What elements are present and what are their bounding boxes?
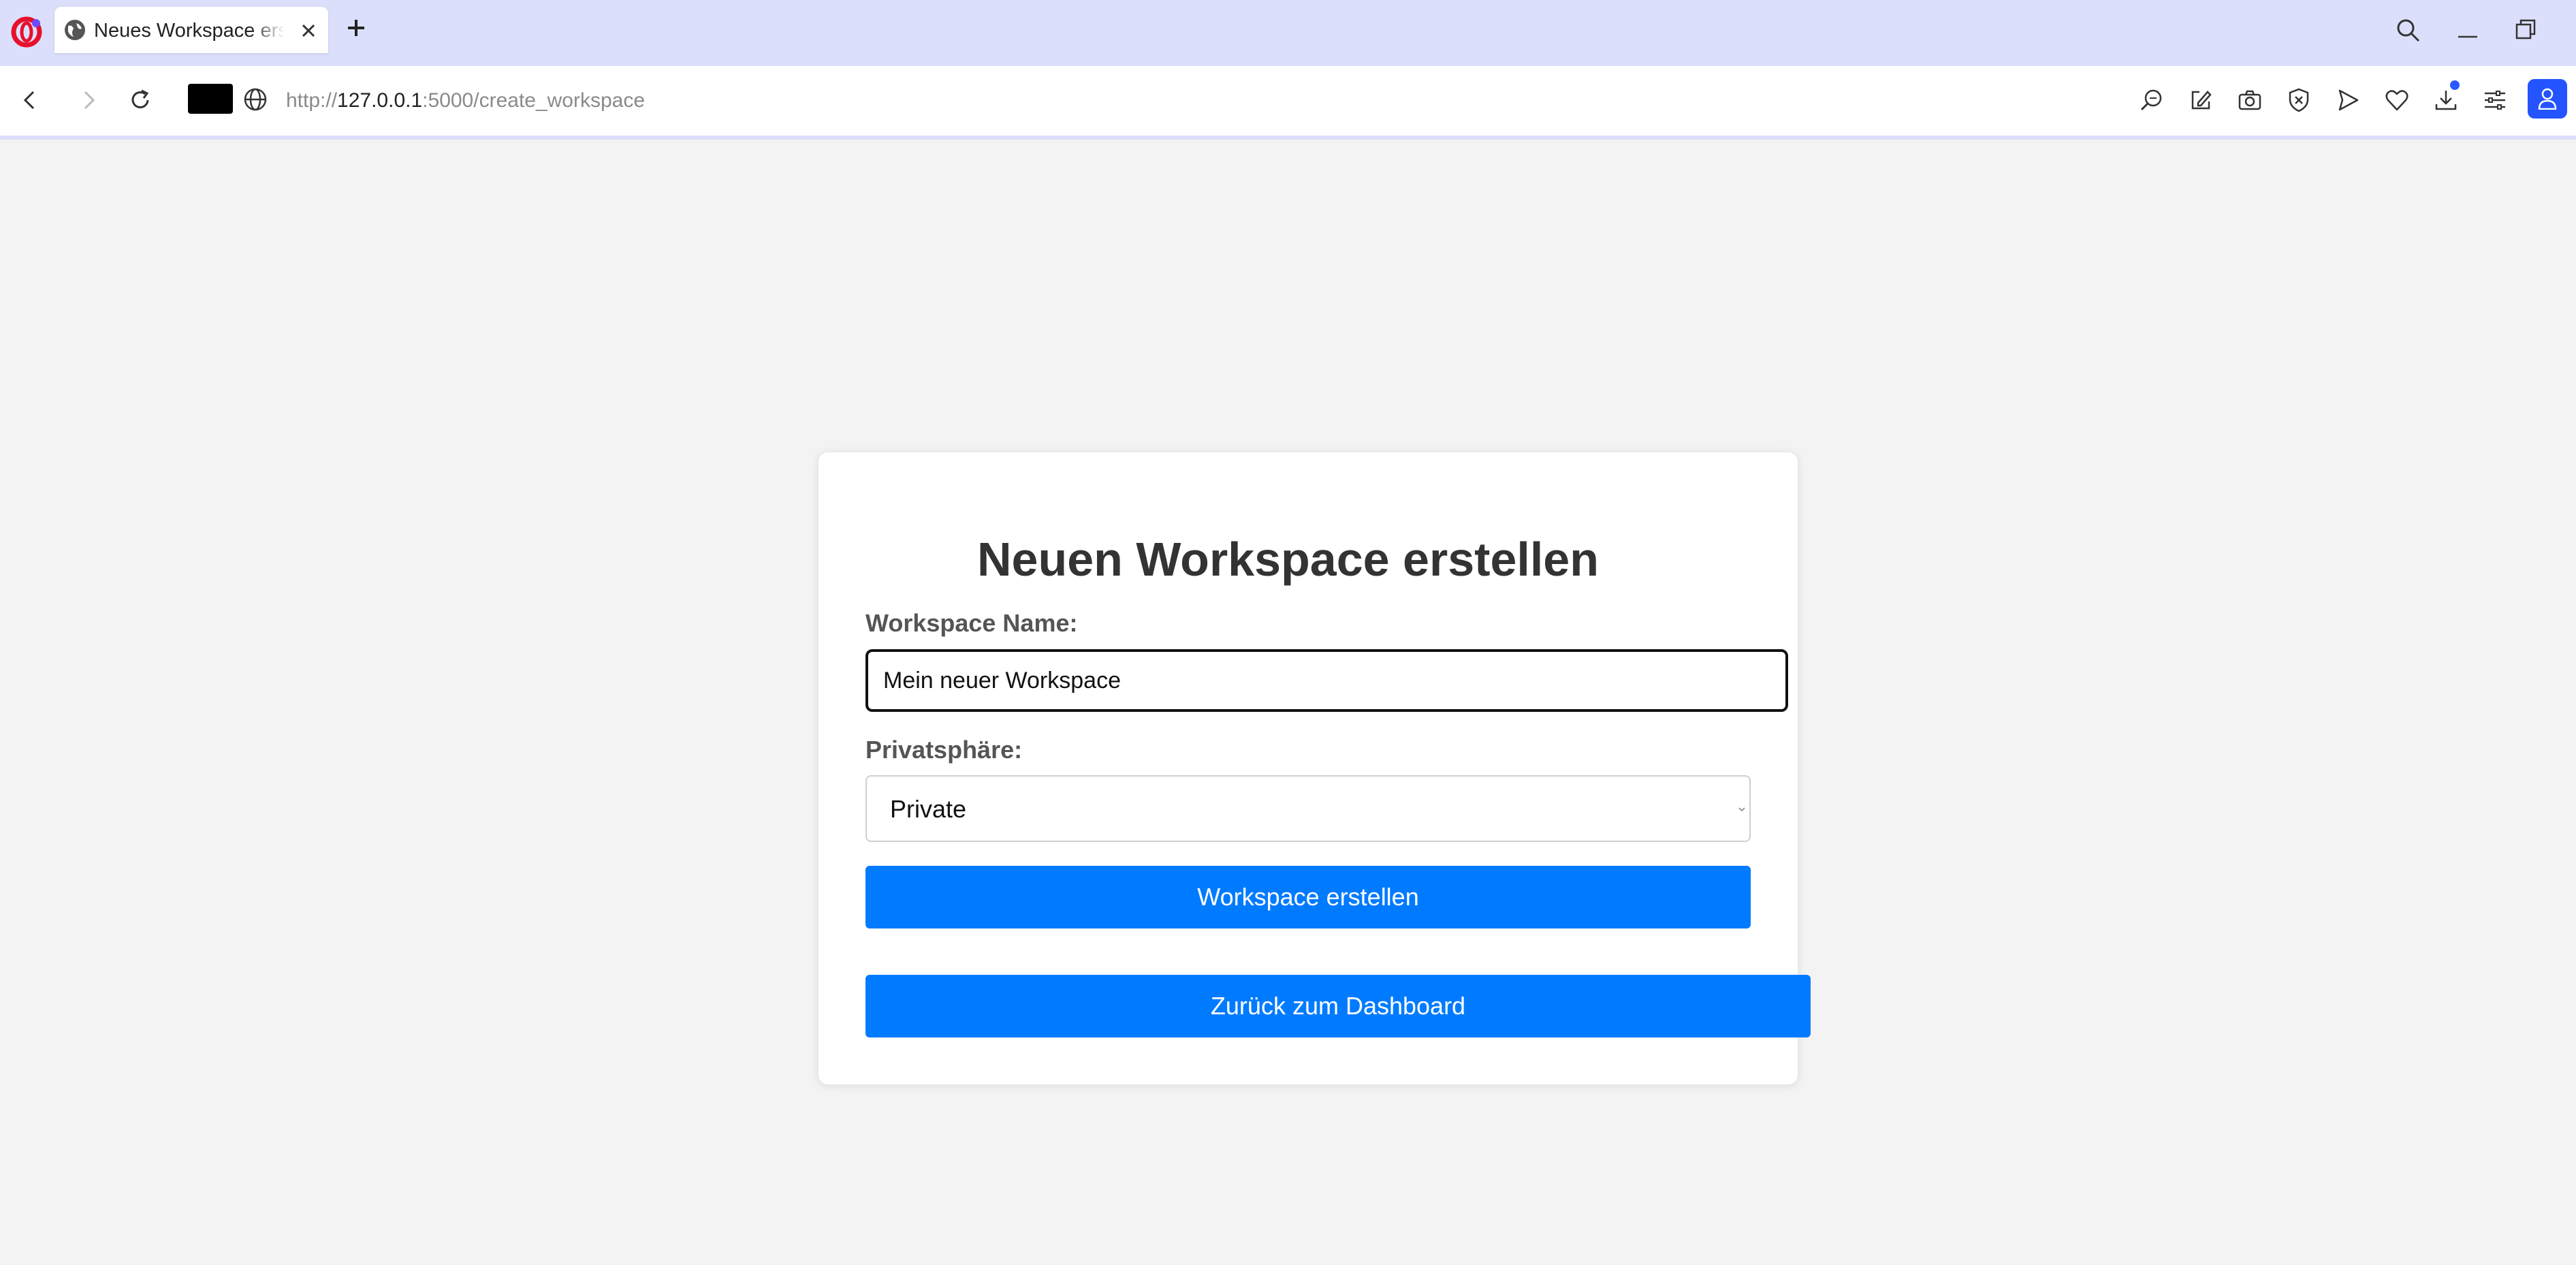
forward-arrow-icon[interactable] xyxy=(75,87,102,114)
url-host: 127.0.0.1 xyxy=(337,89,423,112)
profile-icon xyxy=(2538,88,2557,110)
download-icon[interactable] xyxy=(2432,87,2460,114)
privacy-select-value: Private xyxy=(890,795,967,823)
reload-icon[interactable] xyxy=(127,87,154,114)
back-to-dashboard-button[interactable]: Zurück zum Dashboard xyxy=(865,975,1811,1037)
privacy-label: Privatsphäre: xyxy=(865,736,1023,764)
url-scheme: http:// xyxy=(286,89,338,112)
download-notification-dot xyxy=(2450,80,2460,90)
heart-icon[interactable] xyxy=(2383,87,2411,114)
camera-icon[interactable] xyxy=(2236,87,2263,114)
chevron-down-icon xyxy=(1738,807,1745,812)
tab-title: Neues Workspace erstellen xyxy=(94,20,285,42)
browser-tab-bar: Neues Workspace erstellen xyxy=(0,0,2576,66)
browser-tab-active[interactable]: Neues Workspace erstellen xyxy=(54,7,328,53)
globe-favicon-icon xyxy=(65,20,85,40)
new-tab-plus-icon[interactable] xyxy=(345,16,368,40)
send-flow-icon[interactable] xyxy=(2334,87,2362,114)
search-pages-icon[interactable] xyxy=(2138,87,2165,114)
minimize-window-icon[interactable] xyxy=(2454,16,2481,44)
snapshot-edit-icon[interactable] xyxy=(2187,87,2214,114)
settings-sliders-icon[interactable] xyxy=(2481,87,2509,114)
adblock-shield-icon[interactable] xyxy=(2285,87,2312,114)
page-title: Neuen Workspace erstellen xyxy=(977,533,1599,586)
url-path: :5000/create_workspace xyxy=(422,89,646,112)
restore-window-icon[interactable] xyxy=(2513,16,2540,44)
url-field[interactable]: http://127.0.0.1:5000/create_workspace xyxy=(286,87,645,114)
back-arrow-icon[interactable] xyxy=(16,87,44,114)
profile-button[interactable] xyxy=(2528,79,2567,119)
workspace-name-input[interactable] xyxy=(865,649,1788,712)
viewport-top-border xyxy=(0,136,2576,140)
close-tab-icon[interactable] xyxy=(300,22,317,40)
site-info-globe-icon[interactable] xyxy=(242,87,268,112)
opera-logo-icon[interactable] xyxy=(11,16,42,48)
search-tabs-icon[interactable] xyxy=(2394,16,2421,44)
redacted-block xyxy=(188,84,233,114)
privacy-select[interactable]: Private xyxy=(865,775,1751,842)
browser-address-bar: http://127.0.0.1:5000/create_workspace xyxy=(0,66,2576,136)
create-workspace-button[interactable]: Workspace erstellen xyxy=(865,866,1751,928)
workspace-name-label: Workspace Name: xyxy=(865,609,1078,637)
